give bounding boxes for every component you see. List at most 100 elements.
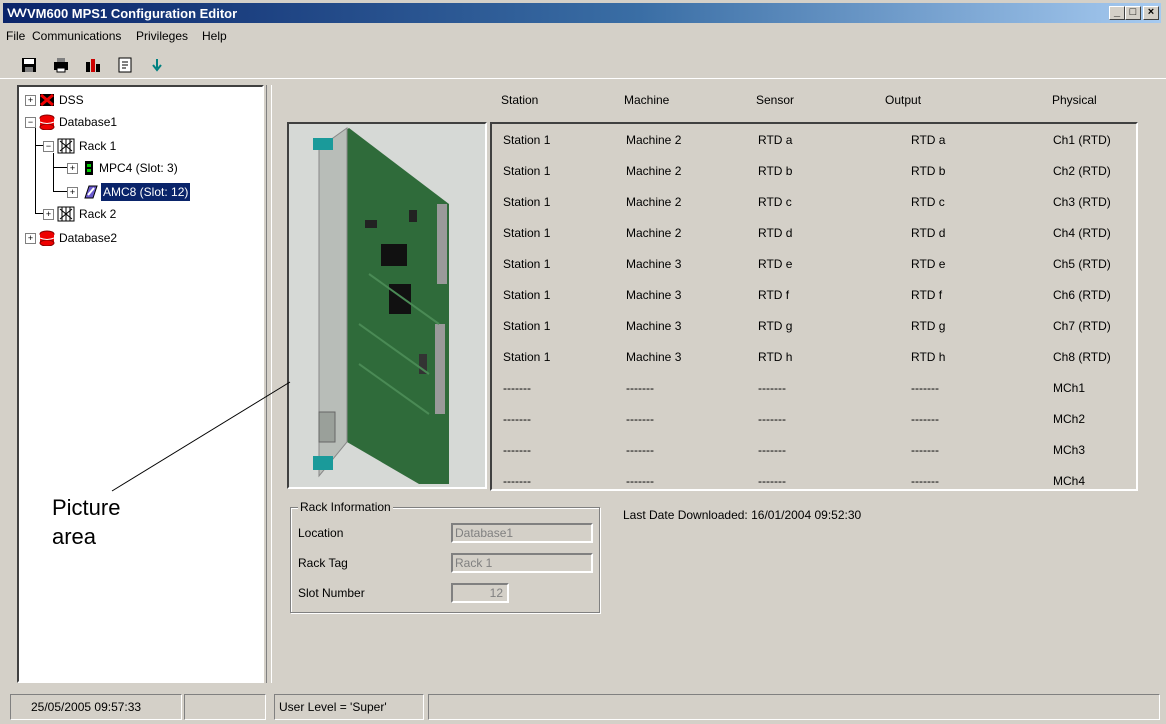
menu-file[interactable]: File bbox=[6, 29, 25, 43]
save-icon[interactable] bbox=[20, 56, 42, 76]
cell-physical: Ch4 (RTD) bbox=[1053, 226, 1111, 240]
expand-icon[interactable]: + bbox=[43, 209, 54, 220]
cell-physical: Ch7 (RTD) bbox=[1053, 319, 1111, 333]
column-header-station: Station bbox=[501, 93, 539, 107]
cell-physical: Ch6 (RTD) bbox=[1053, 288, 1111, 302]
cell-sensor: RTD e bbox=[758, 257, 793, 271]
cell-machine: Machine 3 bbox=[626, 257, 682, 271]
rack-tag-label: Rack Tag bbox=[298, 556, 348, 570]
tree-label: Rack 2 bbox=[79, 207, 117, 221]
table-row[interactable]: ------- ------- ------- ------- MCh3 bbox=[492, 442, 1136, 462]
collapse-icon[interactable]: − bbox=[25, 117, 36, 128]
cell-physical: Ch5 (RTD) bbox=[1053, 257, 1111, 271]
title-bar[interactable]: VVV VM600 MPS1 Configuration Editor _ □ … bbox=[3, 3, 1161, 23]
status-user-level: User Level = 'Super' bbox=[274, 694, 424, 720]
last-download-info: Last Date Downloaded: 16/01/2004 09:52:3… bbox=[623, 508, 861, 522]
annotation-line: Picture bbox=[52, 495, 121, 520]
tree-label: Database2 bbox=[59, 231, 118, 245]
table-row[interactable]: Station 1 Machine 2 RTD a RTD a Ch1 (RTD) bbox=[492, 132, 1136, 152]
cell-machine: ------- bbox=[626, 443, 654, 457]
location-label: Location bbox=[298, 526, 344, 540]
print-icon[interactable] bbox=[52, 56, 74, 76]
table-row[interactable]: Station 1 Machine 3 RTD f RTD f Ch6 (RTD) bbox=[492, 287, 1136, 307]
cell-output: ------- bbox=[911, 381, 939, 395]
cell-machine: Machine 3 bbox=[626, 288, 682, 302]
cell-station: Station 1 bbox=[503, 257, 551, 271]
cell-station: Station 1 bbox=[503, 288, 551, 302]
cell-sensor: ------- bbox=[758, 443, 786, 457]
window-title: VM600 MPS1 Configuration Editor bbox=[27, 6, 238, 21]
table-row[interactable]: Station 1 Machine 2 RTD d RTD d Ch4 (RTD) bbox=[492, 225, 1136, 245]
rack-icon bbox=[57, 138, 75, 159]
last-download-value: 16/01/2004 09:52:30 bbox=[751, 508, 862, 522]
tree-label-selected: AMC8 (Slot: 12) bbox=[101, 183, 191, 201]
tree-connector bbox=[53, 167, 67, 168]
amc8-card-image bbox=[289, 124, 485, 487]
cell-physical: MCh2 bbox=[1053, 412, 1086, 426]
cell-machine: Machine 2 bbox=[626, 195, 682, 209]
column-header-output: Output bbox=[885, 93, 922, 107]
toolbar bbox=[0, 52, 1166, 79]
cell-physical: Ch8 (RTD) bbox=[1053, 350, 1111, 364]
application-window: VVV VM600 MPS1 Configuration Editor _ □ … bbox=[0, 0, 1166, 724]
menu-privileges[interactable]: Privileges bbox=[136, 29, 188, 43]
collapse-icon[interactable]: − bbox=[43, 141, 54, 152]
cell-machine: Machine 2 bbox=[626, 226, 682, 240]
download-icon[interactable] bbox=[148, 56, 170, 76]
cell-machine: ------- bbox=[626, 381, 654, 395]
cell-physical: MCh1 bbox=[1053, 381, 1086, 395]
table-row[interactable]: ------- ------- ------- ------- MCh2 bbox=[492, 411, 1136, 431]
cell-machine: ------- bbox=[626, 474, 654, 488]
location-field[interactable]: Database1 bbox=[451, 523, 593, 543]
menu-help[interactable]: Help bbox=[202, 29, 227, 43]
rack-icon bbox=[57, 206, 75, 227]
slot-number-field[interactable]: 12 bbox=[451, 583, 509, 603]
expand-icon[interactable]: + bbox=[67, 187, 78, 198]
table-row[interactable]: Station 1 Machine 3 RTD e RTD e Ch5 (RTD) bbox=[492, 256, 1136, 276]
cell-sensor: ------- bbox=[758, 412, 786, 426]
cell-station: Station 1 bbox=[503, 319, 551, 333]
channel-table: Station 1 Machine 2 RTD a RTD a Ch1 (RTD) Sta… bbox=[490, 122, 1138, 491]
card-picture bbox=[287, 122, 487, 489]
expand-icon[interactable]: + bbox=[67, 163, 78, 174]
status-panel-empty bbox=[184, 694, 266, 720]
group-legend: Rack Information bbox=[298, 500, 393, 514]
cell-sensor: ------- bbox=[758, 381, 786, 395]
chart-icon[interactable] bbox=[84, 56, 106, 76]
status-datetime: 25/05/2005 09:57:33 bbox=[10, 694, 182, 720]
cell-station: ------- bbox=[503, 412, 531, 426]
close-button[interactable]: × bbox=[1143, 6, 1159, 20]
column-header-sensor: Sensor bbox=[756, 93, 795, 107]
status-bar: 25/05/2005 09:57:33 User Level = 'Super' bbox=[0, 694, 1166, 724]
table-row[interactable]: ------- ------- ------- ------- MCh1 bbox=[492, 380, 1136, 400]
minimize-button[interactable]: _ bbox=[1109, 6, 1125, 20]
cell-sensor: RTD a bbox=[758, 133, 793, 147]
table-row[interactable]: Station 1 Machine 2 RTD c RTD c Ch3 (RTD) bbox=[492, 194, 1136, 214]
cell-station: Station 1 bbox=[503, 164, 551, 178]
cell-output: ------- bbox=[911, 412, 939, 426]
maximize-button[interactable]: □ bbox=[1125, 6, 1141, 20]
menu-communications[interactable]: Communications bbox=[32, 29, 121, 43]
rack-information-group: Rack Information Location Database1 Rack… bbox=[290, 500, 600, 613]
cell-machine: Machine 2 bbox=[626, 164, 682, 178]
expand-icon[interactable]: + bbox=[25, 95, 36, 106]
tree-label: DSS bbox=[59, 93, 84, 107]
table-row[interactable]: Station 1 Machine 3 RTD g RTD g Ch7 (RTD) bbox=[492, 318, 1136, 338]
cell-station: ------- bbox=[503, 474, 531, 488]
hardware-tree[interactable]: + DSS − Database1 − Rack 1 + MPC4 (Slot:… bbox=[17, 85, 264, 683]
card-icon bbox=[83, 184, 99, 205]
expand-icon[interactable]: + bbox=[25, 233, 36, 244]
column-header-machine: Machine bbox=[624, 93, 670, 107]
cell-sensor: RTD f bbox=[758, 288, 790, 302]
table-row[interactable]: ------- ------- ------- ------- MCh4 bbox=[492, 473, 1136, 493]
table-row[interactable]: Station 1 Machine 2 RTD b RTD b Ch2 (RTD) bbox=[492, 163, 1136, 183]
table-row[interactable]: Station 1 Machine 3 RTD h RTD h Ch8 (RTD) bbox=[492, 349, 1136, 369]
document-icon[interactable] bbox=[116, 56, 138, 76]
cell-machine: Machine 2 bbox=[626, 133, 682, 147]
cell-sensor: ------- bbox=[758, 474, 786, 488]
rack-tag-field[interactable]: Rack 1 bbox=[451, 553, 593, 573]
annotation-line: area bbox=[52, 524, 97, 549]
pane-splitter[interactable] bbox=[266, 85, 272, 683]
status-panel-message bbox=[428, 694, 1160, 720]
cell-physical: MCh3 bbox=[1053, 443, 1086, 457]
